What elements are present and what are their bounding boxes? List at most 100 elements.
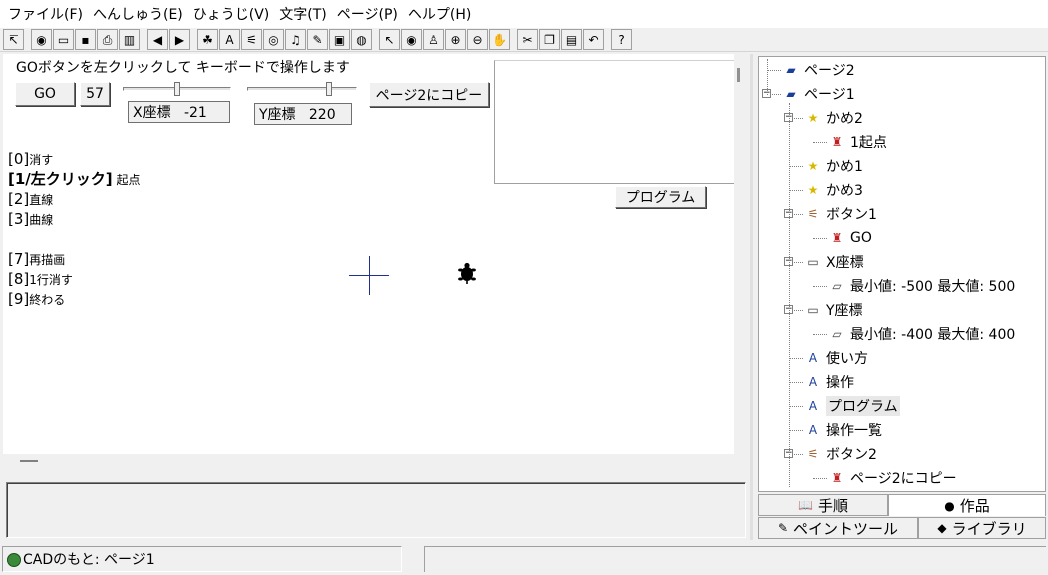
globe-icon: ● [944, 498, 955, 513]
tree-item[interactable]: A プログラム [805, 395, 900, 417]
tree-item[interactable]: ★ かめ3 [805, 179, 863, 201]
open-folder-icon[interactable]: ▭ [53, 29, 74, 50]
tree-item-label: プログラム [826, 396, 900, 416]
command-key: [0] [8, 150, 30, 168]
person-icon[interactable]: ♙ [423, 29, 444, 50]
copy-icon[interactable]: ❐ [539, 29, 560, 50]
tree-item[interactable]: ▭ X座標 [805, 251, 864, 273]
cut-icon[interactable]: ✂ [517, 29, 538, 50]
tree-item[interactable]: ♜ 1起点 [829, 131, 887, 153]
layout-icon[interactable]: ▥ [119, 29, 140, 50]
tree-connector [789, 166, 803, 167]
command-text: 再描画 [29, 253, 66, 267]
tab-shapes[interactable]: ◆ ライブラリ [918, 517, 1046, 539]
forward-arrow-icon[interactable]: ▶ [169, 29, 190, 50]
pointer-small-icon[interactable]: ↸ [3, 29, 24, 50]
map-icon[interactable]: ◍ [351, 29, 372, 50]
menu-view[interactable]: ひょうじ(V) [191, 4, 278, 24]
tab-globe[interactable]: ● 作品 [888, 494, 1046, 516]
text-a-icon: A [808, 375, 818, 389]
tree-item[interactable]: ▰ ページ1 [783, 83, 854, 105]
zoom-in-icon[interactable]: ⊕ [445, 29, 466, 50]
status-pane-secondary [424, 546, 1046, 572]
globe-icon[interactable]: ◉ [31, 29, 52, 50]
tree-item[interactable]: ▱ 最小値: -500 最大値: 500 [829, 275, 1015, 297]
instruction-text: GOボタンを左クリックして キーボードで操作します [16, 60, 350, 76]
drawing-canvas[interactable]: GOボタンを左クリックして キーボードで操作します GO 57 X座標 -21 … [3, 54, 734, 454]
status-bar: CADのもと: ページ1 [0, 544, 1048, 575]
tree-item[interactable]: A 使い方 [805, 347, 868, 369]
tree-connector [789, 358, 803, 359]
command-row: [7]再描画 [8, 249, 140, 269]
menu-page[interactable]: ページ(P) [335, 4, 406, 24]
cursor-arrow-icon[interactable]: ↖ [379, 29, 400, 50]
copy-to-page2-button[interactable]: ページ2にコピー [369, 82, 489, 107]
object-tree[interactable]: ▰ ページ2− ▰ ページ1− ★ かめ2 ♜ 1起点 ★ かめ1 ★ かめ3− ⚟ ボタン1 ♜ GO − ▭ X… [758, 56, 1046, 492]
command-row: [9]終わる [8, 289, 140, 309]
canvas-scroll-indicator[interactable] [737, 68, 740, 82]
stop-hand-icon[interactable]: ✋ [489, 29, 510, 50]
tab-book[interactable]: 📖 手順 [758, 494, 888, 516]
tree-item[interactable]: ⚟ ボタン1 [805, 203, 877, 225]
help-icon[interactable]: ? [611, 29, 632, 50]
button-hand-icon: ⚟ [807, 207, 819, 221]
menu-file[interactable]: ファイル(F) [6, 4, 91, 24]
print-icon[interactable]: ⎙ [97, 29, 118, 50]
tree-item[interactable]: A 操作 [805, 371, 854, 393]
menu-help[interactable]: ヘルプ(H) [406, 4, 479, 24]
go-button[interactable]: GO [15, 82, 75, 106]
text-a-icon[interactable]: A [219, 29, 240, 50]
undo-icon[interactable]: ↶ [583, 29, 604, 50]
tree-item[interactable]: ▭ Y座標 [805, 299, 862, 321]
x-coordinate-slider[interactable] [121, 82, 233, 96]
view-icon[interactable]: ◉ [401, 29, 422, 50]
y-coordinate-slider[interactable] [245, 82, 359, 96]
tree-connector [813, 478, 827, 479]
command-key: [1/左クリック] [8, 170, 113, 188]
tree-item[interactable]: ★ かめ2 [805, 107, 863, 129]
tree-item[interactable]: ★ かめ1 [805, 155, 863, 177]
paste-icon[interactable]: ▤ [561, 29, 582, 50]
status-text: CADのもと: ページ1 [23, 552, 155, 568]
x-slider-thumb[interactable] [174, 82, 180, 96]
status-pane-main: CADのもと: ページ1 [2, 546, 402, 572]
y-slider-thumb[interactable] [326, 82, 332, 96]
splitter-handle[interactable] [20, 460, 38, 462]
tree-item[interactable]: ♜ GO [829, 227, 872, 249]
message-console[interactable] [6, 482, 746, 538]
eye-icon[interactable]: ◎ [263, 29, 284, 50]
turtle-icon[interactable] [455, 261, 479, 285]
turtle-icon[interactable]: ☘ [197, 29, 218, 50]
program-text-box[interactable] [494, 60, 734, 184]
back-arrow-icon[interactable]: ◀ [147, 29, 168, 50]
music-note-icon[interactable]: ♫ [285, 29, 306, 50]
tab-brush[interactable]: ✎ ペイントツール [758, 517, 918, 539]
menu-text[interactable]: 文字(T) [277, 4, 334, 24]
panel-splitter[interactable] [750, 54, 753, 540]
tree-item[interactable]: ▱ 最小値: -400 最大値: 400 [829, 323, 1015, 345]
command-key: [3] [8, 210, 30, 228]
tree-item-label: X座標 [826, 255, 864, 271]
count-display[interactable]: 57 [80, 82, 110, 106]
page-icon: ▰ [786, 63, 796, 77]
tree-item-label: 操作 [826, 375, 854, 391]
program-button[interactable]: プログラム [615, 186, 706, 208]
button-tool-icon[interactable]: ⚟ [241, 29, 262, 50]
tree-item[interactable]: ▰ ページ2 [783, 59, 854, 81]
command-text: 起点 [112, 173, 141, 187]
command-list: [0]消す [1/左クリック] 起点 [2]直線 [3]曲線 [7]再描画 [8]1行消す… [8, 149, 140, 309]
camera-icon[interactable]: ▣ [329, 29, 350, 50]
command-row: [8]1行消す [8, 269, 140, 289]
tree-item[interactable]: ♜ ページ2にコピー [829, 467, 957, 489]
command-row: [2]直線 [8, 189, 140, 209]
save-icon[interactable]: ▪ [75, 29, 96, 50]
command-row: [3]曲線 [8, 209, 140, 229]
tab-label: ライブラリ [951, 519, 1027, 538]
tree-item[interactable]: ⚟ ボタン2 [805, 443, 877, 465]
tree-connector [813, 238, 827, 239]
pen-icon[interactable]: ✎ [307, 29, 328, 50]
tab-label: ペイントツール [793, 519, 899, 538]
menu-edit[interactable]: へんしゅう(E) [91, 4, 191, 24]
tree-item[interactable]: A 操作一覧 [805, 419, 882, 441]
zoom-out-icon[interactable]: ⊖ [467, 29, 488, 50]
